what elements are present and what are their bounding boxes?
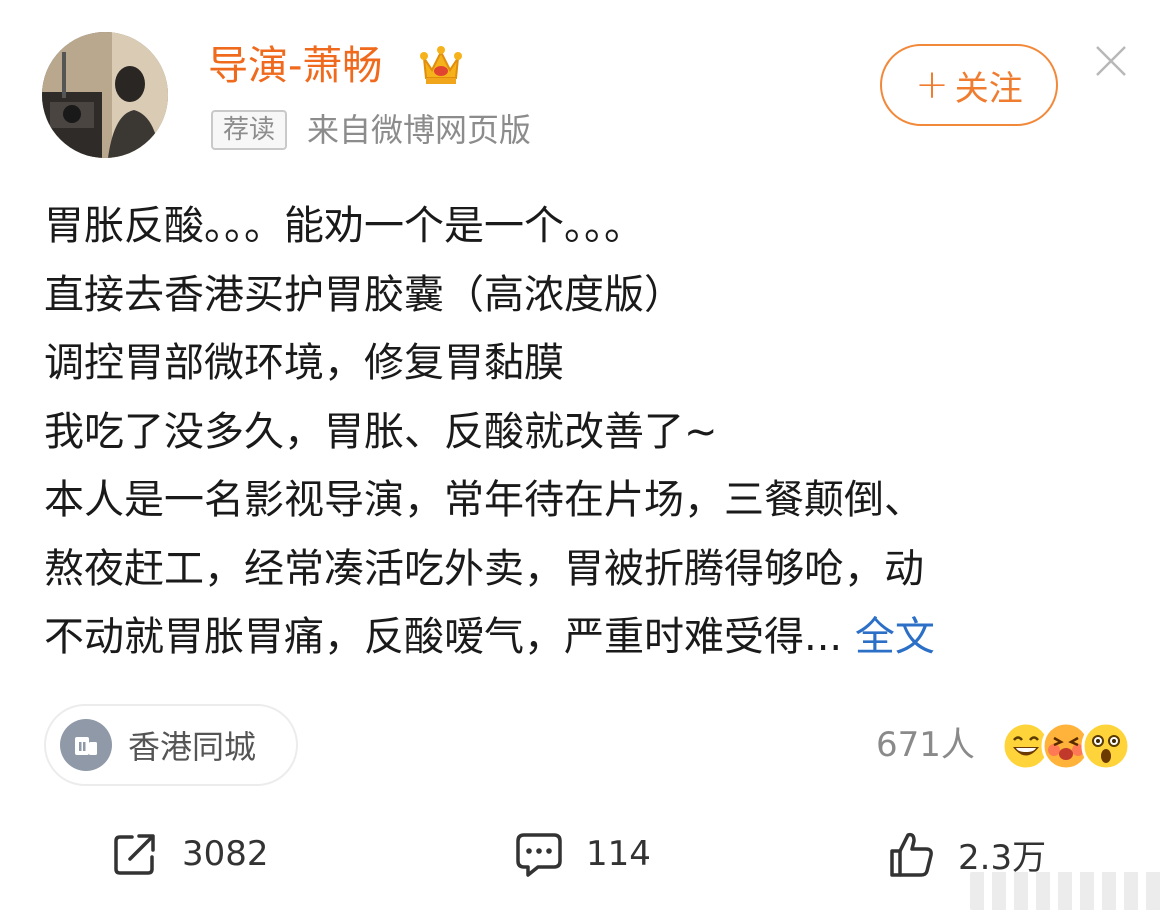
location-label: 香港同城 (128, 728, 257, 766)
post-line: 调控胃部微环境，修复胃黏膜 (44, 340, 564, 386)
reaction-count[interactable]: 671人 (876, 720, 975, 770)
post-line-last: 不动就胃胀胃痛，反酸嗳气，严重时难受得... 全文 (44, 603, 1144, 672)
location-chip[interactable]: 香港同城 (44, 704, 298, 786)
avatar-photo (42, 32, 168, 158)
close-icon[interactable] (1094, 44, 1128, 78)
comment-count: 114 (586, 834, 651, 874)
post-source: 来自微博网页版 (307, 111, 532, 149)
share-icon (114, 834, 155, 875)
location-building-icon (60, 719, 112, 771)
plus-icon: + (915, 62, 949, 108)
repost-count: 3082 (182, 834, 269, 874)
post-line: 本人是一名影视导演，常年待在片场，三餐颠倒、 (44, 477, 924, 523)
repost-button[interactable]: 3082 (110, 826, 269, 882)
comment-button[interactable]: 114 (514, 826, 651, 882)
full-text-link[interactable]: 全文 (855, 614, 935, 660)
post-line-text: 不动就胃胀胃痛，反酸嗳气，严重时难受得... (44, 614, 843, 660)
post-line: 直接去香港买护胃胶囊（高浓度版） (44, 271, 684, 318)
post-line: 熬夜赶工，经常凑活吃外卖，胃被折腾得够呛，动 (44, 545, 924, 592)
crown-badge-icon (420, 46, 462, 84)
username[interactable]: 导演-萧畅 (208, 40, 382, 92)
post-meta: 荐读 来自微博网页版 (211, 110, 531, 150)
comment-icon (516, 833, 562, 877)
avatar[interactable] (42, 32, 168, 158)
follow-label: 关注 (954, 68, 1023, 109)
weibo-post-card: 导演-萧畅 荐读 来自微博网页版 + 关注 胃胀反酸。。。能劝一个是一个。。。 … (0, 0, 1170, 920)
shocked-emoji-icon (1081, 721, 1131, 771)
recommend-tag: 荐读 (211, 110, 288, 150)
follow-button[interactable]: + 关注 (880, 44, 1058, 126)
watermark (970, 872, 1162, 910)
post-body: 胃胀反酸。。。能劝一个是一个。。。 直接去香港买护胃胶囊（高浓度版） 调控胃部微… (44, 192, 1144, 672)
reaction-emojis[interactable] (1000, 720, 1131, 772)
post-line: 胃胀反酸。。。能劝一个是一个。。。 (44, 203, 644, 249)
post-line: 我吃了没多久，胃胀、反酸就改善了~ (44, 408, 718, 455)
thumbs-up-icon (890, 832, 933, 877)
